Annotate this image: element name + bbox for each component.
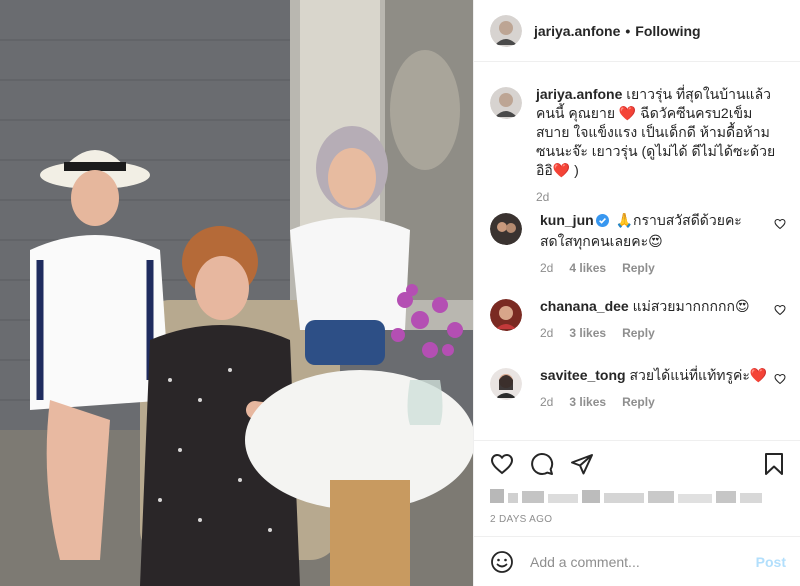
post-caption: jariya.anfone เยาวรุ่น ที่สุดในบ้านแล้วค… xyxy=(490,85,784,207)
comment-text: สวยได้แน่ที่แท้ทรูค่ะ❤️ xyxy=(629,367,768,383)
comment-meta: 2d 3 likes Reply xyxy=(540,393,770,412)
likes-count-blurred xyxy=(490,485,770,507)
add-comment-bar: Post xyxy=(474,536,800,586)
comment-body: savitee_tong สวยได้แน่ที่แท้ทรูค่ะ❤️ 2d … xyxy=(540,366,770,412)
post-date[interactable]: 2 DAYS AGO xyxy=(490,514,552,525)
post-comment-button[interactable]: Post xyxy=(756,554,786,570)
emoji-icon[interactable] xyxy=(490,550,514,574)
caption-body: jariya.anfone เยาวรุ่น ที่สุดในบ้านแล้วค… xyxy=(536,85,784,207)
share-icon[interactable] xyxy=(570,452,594,476)
comment-time[interactable]: 2d xyxy=(540,324,553,343)
comment-like-heart-icon[interactable] xyxy=(774,217,786,230)
comment-like-heart-icon[interactable] xyxy=(774,372,786,385)
author-avatar[interactable] xyxy=(490,14,522,47)
instagram-post-modal: jariya.anfone • Following jariya.anfone … xyxy=(0,0,800,586)
post-header: jariya.anfone • Following xyxy=(474,0,800,62)
comment-time[interactable]: 2d xyxy=(540,393,553,412)
comment-meta: 2d 3 likes Reply xyxy=(540,324,770,343)
commenter-avatar[interactable] xyxy=(490,368,522,400)
comment-likes[interactable]: 4 likes xyxy=(569,259,606,278)
comment-time[interactable]: 2d xyxy=(540,259,553,278)
verified-badge-icon xyxy=(595,213,609,232)
comment-username[interactable]: savitee_tong xyxy=(540,367,626,383)
comment-reply-button[interactable]: Reply xyxy=(622,259,655,278)
post-side-panel: jariya.anfone • Following jariya.anfone … xyxy=(473,0,800,586)
comments-list[interactable]: jariya.anfone เยาวรุ่น ที่สุดในบ้านแล้วค… xyxy=(474,73,800,440)
comment-item: savitee_tong สวยได้แน่ที่แท้ทรูค่ะ❤️ 2d … xyxy=(490,366,786,412)
commenter-avatar[interactable] xyxy=(490,213,522,245)
add-comment-input[interactable] xyxy=(530,554,756,570)
comment-item: kun_jun 🙏กราบสวัสดีด้วยคะ สดใสทุกคนเลยคะ… xyxy=(490,211,786,278)
bookmark-icon[interactable] xyxy=(762,452,786,476)
comment-body: kun_jun 🙏กราบสวัสดีด้วยคะ สดใสทุกคนเลยคะ… xyxy=(540,211,770,278)
comment-icon[interactable] xyxy=(530,452,554,476)
action-bar xyxy=(490,451,786,477)
caption-username[interactable]: jariya.anfone xyxy=(536,86,622,102)
comment-username[interactable]: kun_jun xyxy=(540,212,594,228)
comment-likes[interactable]: 3 likes xyxy=(569,393,606,412)
comment-item: chanana_dee แม่สวยมากกกกก😍 2d 3 likes Re… xyxy=(490,297,786,343)
header-separator: • xyxy=(625,22,631,39)
heart-icon[interactable] xyxy=(490,452,514,476)
comment-like-heart-icon[interactable] xyxy=(774,303,786,316)
comment-reply-button[interactable]: Reply xyxy=(622,393,655,412)
comment-body: chanana_dee แม่สวยมากกกกก😍 2d 3 likes Re… xyxy=(540,297,770,343)
post-photo[interactable] xyxy=(0,0,473,586)
follow-status-button[interactable]: Following xyxy=(635,23,700,39)
post-actions-section: 2 DAYS AGO Post xyxy=(474,440,800,586)
family-photo-illustration xyxy=(0,0,473,586)
comment-text: แม่สวยมากกกกก😍 xyxy=(632,298,750,314)
caption-time[interactable]: 2d xyxy=(536,188,784,207)
comment-meta: 2d 4 likes Reply xyxy=(540,259,770,278)
caption-author-avatar[interactable] xyxy=(490,87,522,119)
comment-likes[interactable]: 3 likes xyxy=(569,324,606,343)
comment-reply-button[interactable]: Reply xyxy=(622,324,655,343)
comment-username[interactable]: chanana_dee xyxy=(540,298,629,314)
commenter-avatar[interactable] xyxy=(490,299,522,331)
author-username[interactable]: jariya.anfone xyxy=(534,23,620,39)
